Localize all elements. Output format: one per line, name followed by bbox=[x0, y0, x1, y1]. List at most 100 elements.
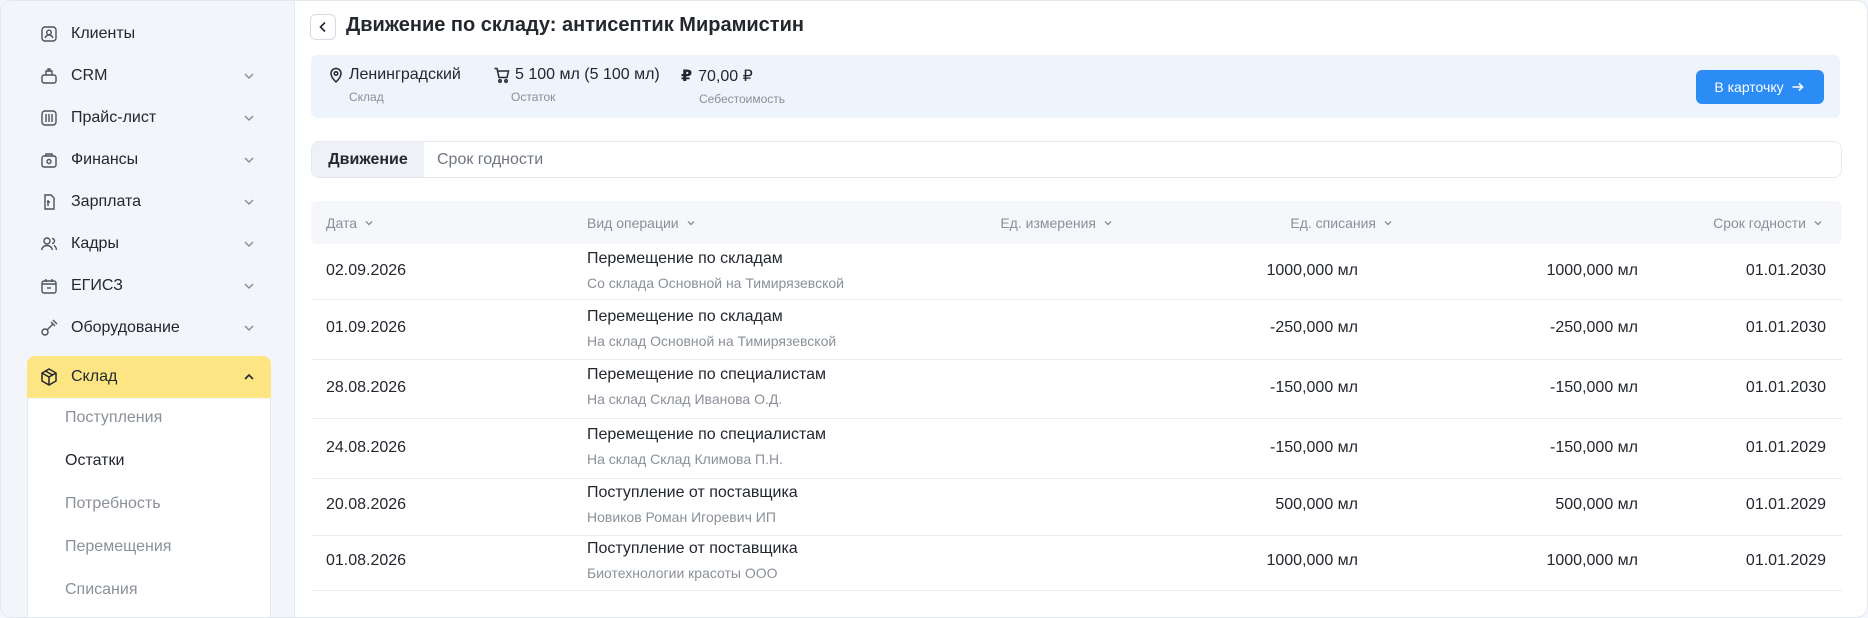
stock-label: Остаток bbox=[511, 90, 556, 104]
submenu-item-receipts[interactable]: Поступления bbox=[65, 409, 162, 427]
table-row[interactable]: 28.08.2026 Перемещение по специалистам Н… bbox=[311, 361, 1842, 419]
table-row[interactable]: 24.08.2026 Перемещение по специалистам Н… bbox=[311, 420, 1842, 479]
cell-unit: -150,000 мл bbox=[1270, 379, 1358, 396]
sidebar-item-label: CRM bbox=[71, 67, 108, 84]
sidebar-item-label: Зарплата bbox=[71, 193, 142, 210]
app-window: Клиенты CRM Прайс-лист Финансы Зарплата … bbox=[0, 0, 1868, 618]
sidebar-item-label: Кадры bbox=[71, 235, 119, 252]
cell-operation: Перемещение по специалистам bbox=[587, 366, 826, 383]
salary-icon bbox=[39, 192, 59, 212]
cell-unit: -250,000 мл bbox=[1270, 319, 1358, 336]
sidebar-item-label: Финансы bbox=[71, 151, 139, 168]
cost-label: Себестоимость bbox=[699, 92, 786, 106]
sidebar-item-staff[interactable]: Кадры bbox=[27, 223, 271, 265]
tab-expiry[interactable]: Срок годности bbox=[437, 142, 543, 177]
cost-value: 70,00 ₽ bbox=[698, 68, 753, 85]
cell-operation: Перемещение по специалистам bbox=[587, 426, 826, 443]
chevron-down-icon bbox=[244, 325, 254, 332]
sidebar-item-egisz[interactable]: ЕГИСЗ bbox=[27, 265, 271, 307]
crm-icon bbox=[39, 66, 59, 86]
cart-icon bbox=[494, 67, 510, 83]
cell-operation-detail: Новиков Роман Игоревич ИП bbox=[587, 509, 776, 525]
submenu-item-stock[interactable]: Остатки bbox=[65, 452, 124, 470]
sidebar-item-salary[interactable]: Зарплата bbox=[27, 181, 271, 223]
sidebar-item-warehouse[interactable]: Склад bbox=[27, 356, 271, 398]
go-to-card-label: В карточку bbox=[1714, 79, 1784, 95]
chevron-down-icon bbox=[244, 241, 254, 248]
sidebar-item-equipment[interactable]: Оборудование bbox=[27, 307, 271, 349]
tab-movement[interactable]: Движение bbox=[312, 142, 424, 177]
cell-date: 24.08.2026 bbox=[326, 439, 407, 456]
chevron-down-icon bbox=[244, 73, 254, 80]
chevron-down-icon bbox=[244, 199, 254, 206]
sidebar-item-label: Прайс-лист bbox=[71, 109, 157, 126]
warehouse-info: Ленинградский Склад bbox=[327, 66, 461, 104]
stock-value: 5 100 мл (5 100 мл) bbox=[515, 66, 660, 83]
go-to-card-button[interactable]: В карточку bbox=[1696, 70, 1824, 104]
cell-writeoff: 1000,000 мл bbox=[1546, 262, 1638, 279]
cell-expiry: 01.01.2029 bbox=[1745, 552, 1826, 569]
column-header-expiry[interactable]: Срок годности bbox=[1713, 215, 1824, 231]
column-header-unit[interactable]: Ед. измерения bbox=[1000, 215, 1114, 231]
cell-operation-detail: На склад Склад Климова П.Н. bbox=[587, 451, 783, 467]
column-header-writeoff[interactable]: Ед. списания bbox=[1290, 215, 1394, 231]
warehouse-submenu: Поступления Остатки Потребность Перемеще… bbox=[27, 399, 271, 617]
table-row[interactable]: 02.09.2026 Перемещение по складам Со скл… bbox=[311, 244, 1842, 300]
location-pin-icon bbox=[330, 67, 342, 84]
cell-expiry: 01.01.2030 bbox=[1745, 379, 1826, 396]
sidebar: Клиенты CRM Прайс-лист Финансы Зарплата … bbox=[1, 1, 295, 617]
cell-operation-detail: На склад Склад Иванова О.Д. bbox=[587, 391, 783, 407]
cell-expiry: 01.01.2029 bbox=[1745, 439, 1826, 456]
cell-date: 01.08.2026 bbox=[326, 552, 407, 569]
egisz-icon bbox=[39, 276, 59, 296]
cell-expiry: 01.01.2030 bbox=[1745, 262, 1826, 279]
clients-icon bbox=[39, 24, 59, 44]
stock-info: 5 100 мл (5 100 мл) Остаток bbox=[493, 66, 660, 104]
submenu-item-demand[interactable]: Потребность bbox=[65, 495, 161, 513]
chevron-down-icon bbox=[244, 157, 254, 164]
cell-operation: Поступление от поставщика bbox=[587, 484, 798, 501]
cell-date: 02.09.2026 bbox=[326, 262, 407, 279]
submenu-item-writeoffs[interactable]: Списания bbox=[65, 581, 138, 599]
sidebar-item-finance[interactable]: Финансы bbox=[27, 139, 271, 181]
cell-operation: Перемещение по складам bbox=[587, 250, 783, 267]
cost-info: ₽ 70,00 ₽ Себестоимость bbox=[681, 66, 785, 106]
equipment-icon bbox=[39, 318, 59, 338]
sidebar-item-label: Клиенты bbox=[71, 25, 136, 42]
cell-operation-detail: Биотехнологии красоты ООО bbox=[587, 565, 778, 581]
ruble-icon: ₽ bbox=[681, 68, 693, 85]
product-info-bar: Ленинградский Склад 5 100 мл (5 100 мл) … bbox=[311, 55, 1840, 118]
column-header-date[interactable]: Дата bbox=[326, 215, 375, 231]
cell-operation-detail: Со склада Основной на Тимирязевской bbox=[587, 275, 844, 291]
sidebar-item-clients[interactable]: Клиенты bbox=[27, 13, 271, 55]
cell-expiry: 01.01.2030 bbox=[1745, 319, 1826, 336]
table-row[interactable]: 01.09.2026 Перемещение по складам На скл… bbox=[311, 301, 1842, 360]
cell-unit: 500,000 мл bbox=[1275, 496, 1358, 513]
chevron-down-icon bbox=[1814, 221, 1822, 226]
chevron-down-icon bbox=[1104, 221, 1112, 226]
table-row[interactable]: 20.08.2026 Поступление от поставщика Нов… bbox=[311, 480, 1842, 536]
cell-date: 01.09.2026 bbox=[326, 319, 407, 336]
chevron-down-icon bbox=[244, 283, 254, 290]
sidebar-item-label: Склад bbox=[71, 368, 118, 385]
chevron-down-icon bbox=[1384, 221, 1392, 226]
arrow-right-icon bbox=[1792, 82, 1804, 92]
tabs: Движение Срок годности bbox=[311, 141, 1842, 178]
submenu-item-transfers[interactable]: Перемещения bbox=[65, 538, 171, 556]
chevron-down-icon bbox=[687, 221, 695, 226]
main-content: Движение по складу: антисептик Мирамисти… bbox=[295, 1, 1867, 617]
table-row[interactable]: 01.08.2026 Поступление от поставщика Био… bbox=[311, 537, 1842, 591]
back-button[interactable] bbox=[310, 14, 336, 40]
cell-operation-detail: На склад Основной на Тимирязевской bbox=[587, 333, 837, 349]
sidebar-item-crm[interactable]: CRM bbox=[27, 55, 271, 97]
warehouse-label: Склад bbox=[349, 90, 384, 104]
cell-writeoff: 1000,000 мл bbox=[1546, 552, 1638, 569]
cell-writeoff: 500,000 мл bbox=[1555, 496, 1638, 513]
chevron-down-icon bbox=[244, 115, 254, 122]
sidebar-item-price-list[interactable]: Прайс-лист bbox=[27, 97, 271, 139]
column-header-operation[interactable]: Вид операции bbox=[587, 215, 697, 231]
warehouse-icon bbox=[39, 367, 59, 387]
cell-writeoff: -150,000 мл bbox=[1550, 379, 1638, 396]
sidebar-item-label: ЕГИСЗ bbox=[71, 277, 123, 294]
warehouse-value: Ленинградский bbox=[349, 66, 461, 83]
